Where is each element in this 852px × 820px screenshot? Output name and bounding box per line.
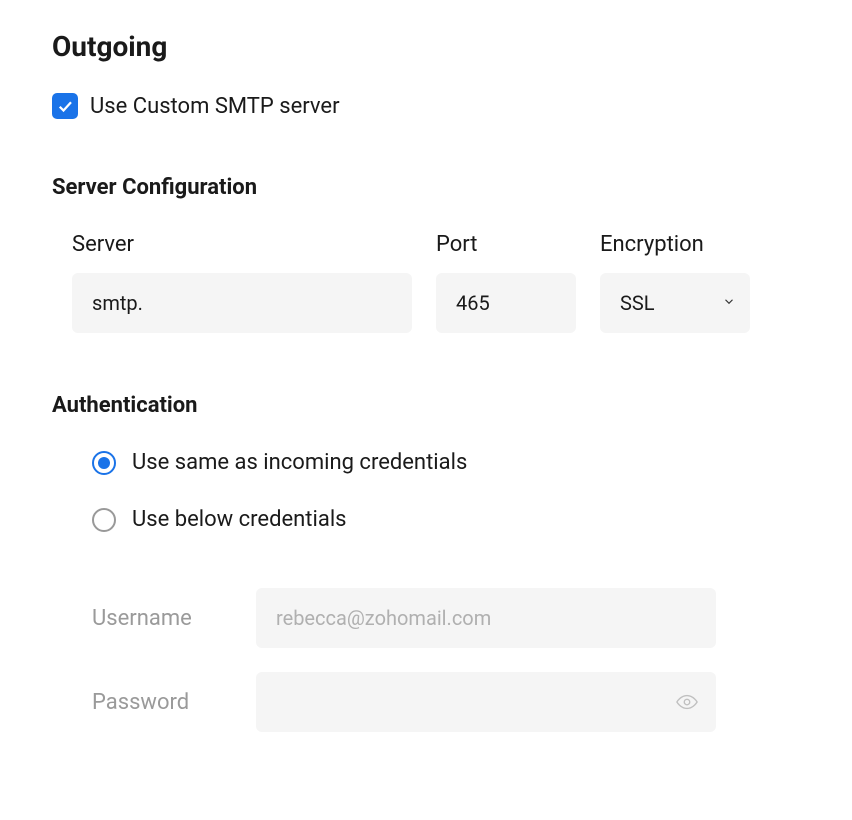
server-config-row: Server Port Encryption SSL xyxy=(52,232,800,333)
authentication-title: Authentication xyxy=(52,393,800,418)
radio-below[interactable] xyxy=(92,508,116,532)
password-row: Password xyxy=(92,672,800,732)
server-input[interactable] xyxy=(72,273,412,333)
username-label: Username xyxy=(92,606,232,631)
outgoing-title: Outgoing xyxy=(52,30,800,63)
port-column: Port xyxy=(436,232,576,333)
password-input[interactable] xyxy=(256,672,716,732)
use-custom-smtp-label: Use Custom SMTP server xyxy=(90,94,340,119)
password-label: Password xyxy=(92,690,232,715)
port-label: Port xyxy=(436,232,576,257)
eye-icon[interactable] xyxy=(676,691,698,713)
server-label: Server xyxy=(72,232,412,257)
encryption-select[interactable]: SSL xyxy=(600,273,750,333)
radio-same-label: Use same as incoming credentials xyxy=(132,450,467,475)
username-input[interactable] xyxy=(256,588,716,648)
encryption-column: Encryption SSL xyxy=(600,232,750,333)
radio-same[interactable] xyxy=(92,451,116,475)
port-input[interactable] xyxy=(436,273,576,333)
auth-radio-group: Use same as incoming credentials Use bel… xyxy=(52,450,800,532)
use-custom-smtp-checkbox[interactable] xyxy=(52,93,78,119)
encryption-label: Encryption xyxy=(600,232,750,257)
auth-radio-below[interactable]: Use below credentials xyxy=(92,507,800,532)
radio-below-label: Use below credentials xyxy=(132,507,347,532)
server-config-title: Server Configuration xyxy=(52,175,800,200)
check-icon xyxy=(56,97,74,115)
auth-radio-same[interactable]: Use same as incoming credentials xyxy=(92,450,800,475)
server-column: Server xyxy=(72,232,412,333)
use-custom-smtp-row[interactable]: Use Custom SMTP server xyxy=(52,93,800,119)
username-row: Username xyxy=(92,588,800,648)
credential-fields: Username Password xyxy=(52,588,800,732)
